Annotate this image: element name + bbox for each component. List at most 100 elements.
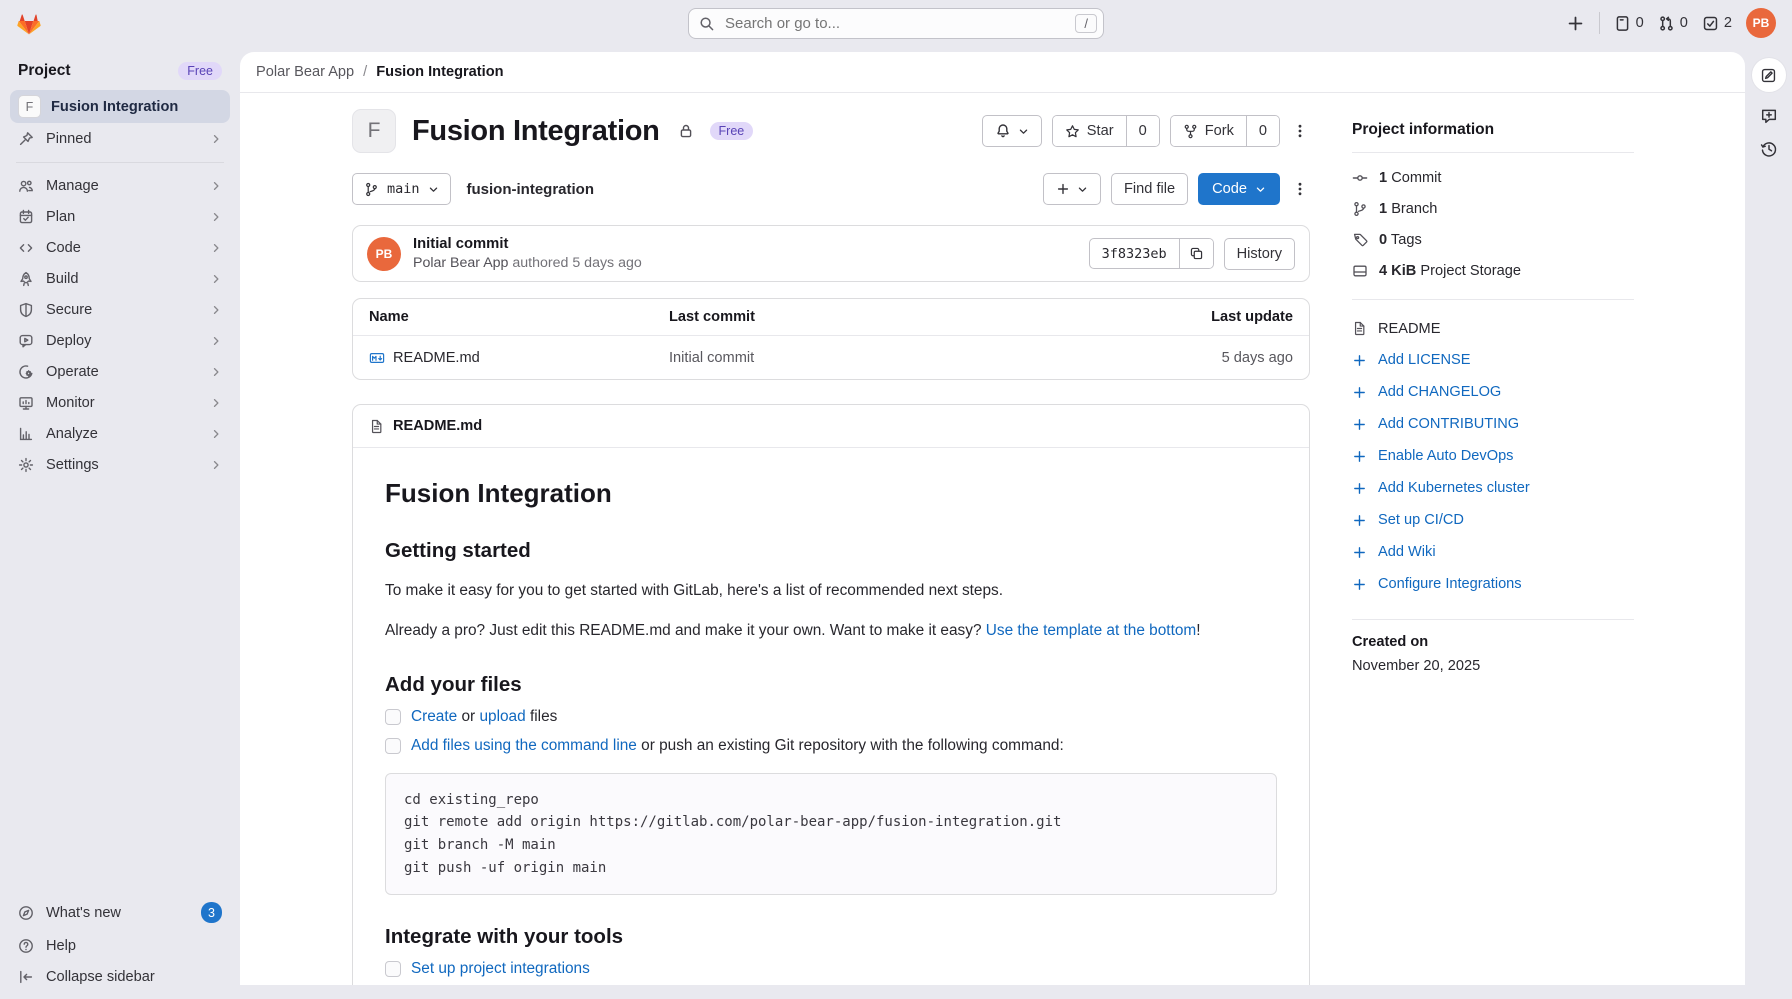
repo-actions-kebab[interactable] xyxy=(1290,177,1310,201)
star-icon xyxy=(1065,124,1080,139)
chart-icon xyxy=(18,426,34,442)
command-line-link[interactable]: Add files using the command line xyxy=(411,737,637,754)
sidebar-item-label: Plan xyxy=(46,209,198,225)
readme-link[interactable]: README xyxy=(1352,313,1634,344)
project-actions-kebab[interactable] xyxy=(1290,119,1310,143)
operate-icon xyxy=(18,364,34,380)
sidebar-item-code[interactable]: Code xyxy=(10,233,230,263)
sidebar-item-label: Secure xyxy=(46,302,198,318)
chevron-down-icon xyxy=(1255,184,1266,195)
lock-icon xyxy=(678,123,694,139)
sidebar-item-settings[interactable]: Settings xyxy=(10,450,230,480)
merge-requests-counter[interactable]: 0 xyxy=(1658,15,1688,32)
breadcrumb-group-link[interactable]: Polar Bear App xyxy=(256,64,354,80)
star-button[interactable]: Star xyxy=(1053,116,1126,146)
sidebar-item-secure[interactable]: Secure xyxy=(10,295,230,325)
history-button[interactable]: History xyxy=(1224,238,1295,270)
task-list-item: Create or upload files xyxy=(385,708,1277,726)
add-changelog-link[interactable]: Add CHANGELOG xyxy=(1352,376,1634,408)
storage-stat[interactable]: 4 KiB Project Storage xyxy=(1352,255,1634,286)
fork-count[interactable]: 0 xyxy=(1246,116,1279,146)
checkbox xyxy=(385,709,401,725)
enable-auto-devops-link[interactable]: Enable Auto DevOps xyxy=(1352,440,1634,472)
configure-integrations-link[interactable]: Configure Integrations xyxy=(1352,568,1634,600)
todos-counter[interactable]: 2 xyxy=(1702,15,1732,32)
user-avatar[interactable]: PB xyxy=(1746,8,1776,38)
edit-note-button[interactable] xyxy=(1752,58,1786,92)
sidebar-item-pinned[interactable]: Pinned xyxy=(10,124,230,154)
branch-selector[interactable]: main xyxy=(352,173,451,205)
panel-divider xyxy=(1352,619,1634,620)
search-input[interactable] xyxy=(723,14,1067,33)
sidebar-item-label: Build xyxy=(46,271,198,287)
breadcrumb: Polar Bear App / Fusion Integration xyxy=(240,52,1745,93)
sidebar-item-analyze[interactable]: Analyze xyxy=(10,419,230,449)
breadcrumb-project-link[interactable]: Fusion Integration xyxy=(376,64,503,80)
add-wiki-link[interactable]: Add Wiki xyxy=(1352,536,1634,568)
collapse-sidebar-button[interactable]: Collapse sidebar xyxy=(10,962,230,992)
project-integrations-link[interactable]: Set up project integrations xyxy=(411,960,590,978)
sidebar-item-deploy[interactable]: Deploy xyxy=(10,326,230,356)
readme-file-header[interactable]: README.md xyxy=(353,405,1309,448)
task-list-item: Add files using the command line or push… xyxy=(385,737,1277,755)
sidebar-item-monitor[interactable]: Monitor xyxy=(10,388,230,418)
deploy-icon xyxy=(18,333,34,349)
chevron-right-icon xyxy=(210,273,222,285)
global-search[interactable]: / xyxy=(688,8,1104,39)
current-branch: main xyxy=(387,181,420,197)
tags-stat[interactable]: 0 Tags xyxy=(1352,224,1634,255)
chevron-right-icon xyxy=(210,242,222,254)
kebab-icon xyxy=(1292,181,1308,197)
create-new-button[interactable] xyxy=(1566,14,1585,33)
chevron-right-icon xyxy=(210,366,222,378)
sidebar-item-operate[interactable]: Operate xyxy=(10,357,230,387)
code-icon xyxy=(18,240,34,256)
help-button[interactable]: Help xyxy=(10,931,230,961)
sidebar-item-project[interactable]: F Fusion Integration xyxy=(10,90,230,123)
plus-icon xyxy=(1352,353,1367,368)
todo-check-icon xyxy=(1702,15,1719,32)
add-file-button[interactable] xyxy=(1043,173,1101,205)
sidebar-project-name: Fusion Integration xyxy=(51,99,178,115)
add-contributing-link[interactable]: Add CONTRIBUTING xyxy=(1352,408,1634,440)
search-icon xyxy=(699,16,715,32)
issues-counter[interactable]: 0 xyxy=(1614,15,1644,32)
notifications-button[interactable] xyxy=(982,115,1042,147)
commit-author-avatar[interactable]: PB xyxy=(367,237,401,271)
commits-stat[interactable]: 1 Commit xyxy=(1352,162,1634,193)
sidebar-item-label: Settings xyxy=(46,457,198,473)
star-count[interactable]: 0 xyxy=(1126,116,1159,146)
readme-content: Fusion Integration Getting started To ma… xyxy=(353,448,1309,985)
copy-sha-button[interactable] xyxy=(1179,238,1213,269)
add-license-link[interactable]: Add LICENSE xyxy=(1352,344,1634,376)
file-link-readme[interactable]: README.md xyxy=(369,350,669,366)
template-link[interactable]: Use the template at the bottom xyxy=(986,622,1196,639)
plus-icon xyxy=(1352,481,1367,496)
fork-button[interactable]: Fork xyxy=(1171,116,1246,146)
readme-paragraph: Already a pro? Just edit this README.md … xyxy=(385,619,1277,643)
sidebar-item-build[interactable]: Build xyxy=(10,264,230,294)
upload-link[interactable]: upload xyxy=(479,708,525,725)
markdown-file-icon xyxy=(369,350,385,366)
add-kubernetes-cluster-link[interactable]: Add Kubernetes cluster xyxy=(1352,472,1634,504)
pin-icon xyxy=(18,131,34,147)
create-link[interactable]: Create xyxy=(411,708,457,725)
gitlab-logo-icon[interactable] xyxy=(16,10,42,36)
main-content: Polar Bear App / Fusion Integration F Fu… xyxy=(240,52,1745,985)
file-table: Name Last commit Last update README.md I… xyxy=(352,298,1310,380)
sidebar-item-manage[interactable]: Manage xyxy=(10,171,230,201)
find-file-button[interactable]: Find file xyxy=(1111,173,1188,205)
whats-new-button[interactable]: What's new 3 xyxy=(10,895,230,930)
commit-title-link[interactable]: Initial commit xyxy=(413,236,642,252)
branches-stat[interactable]: 1 Branch xyxy=(1352,193,1634,224)
sidebar-item-label: Monitor xyxy=(46,395,198,411)
set-up-cicd-link[interactable]: Set up CI/CD xyxy=(1352,504,1634,536)
plan-badge[interactable]: Free xyxy=(178,62,222,80)
comment-plus-icon[interactable] xyxy=(1760,107,1778,125)
readme-file-name: README.md xyxy=(393,418,482,434)
sidebar-item-label: Pinned xyxy=(46,131,198,147)
history-icon[interactable] xyxy=(1760,140,1778,158)
file-last-commit-link[interactable]: Initial commit xyxy=(669,350,1123,366)
code-dropdown-button[interactable]: Code xyxy=(1198,173,1280,205)
sidebar-item-plan[interactable]: Plan xyxy=(10,202,230,232)
